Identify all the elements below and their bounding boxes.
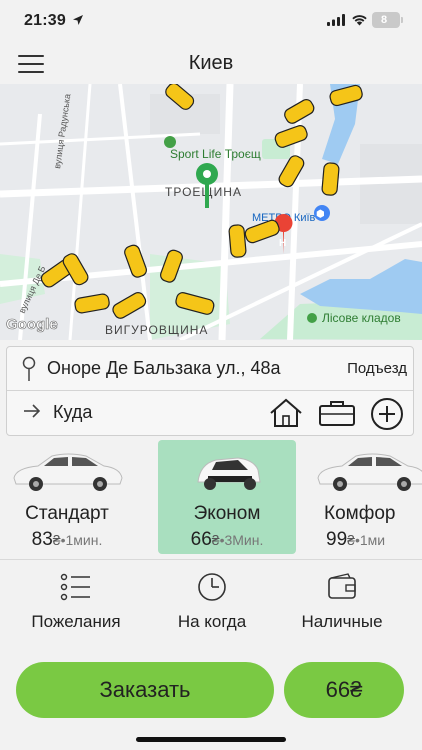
map-label-lisove: Лісове кладов xyxy=(322,311,401,325)
clock-icon xyxy=(198,573,226,601)
home-icon[interactable] xyxy=(269,398,303,428)
schedule-option[interactable]: На когда xyxy=(142,562,282,638)
ride-options: Пожелания На когда Наличные xyxy=(0,562,422,640)
google-logo: Google xyxy=(6,316,58,333)
destination-row[interactable]: Куда xyxy=(7,391,413,435)
shop-poi-glyph: ⬢ xyxy=(316,209,325,220)
app-header: Киев xyxy=(0,44,422,84)
taxi-marker xyxy=(321,162,340,196)
city-title[interactable]: Киев xyxy=(0,52,422,75)
tariff-name: Комфор xyxy=(324,503,396,524)
payment-option[interactable]: Наличные xyxy=(272,562,412,638)
wallet-icon xyxy=(328,573,356,599)
tariff-price: 66 xyxy=(190,529,212,550)
destination-placeholder: Куда xyxy=(53,402,93,422)
crossover-car-icon xyxy=(197,457,261,490)
cemetery-poi-icon xyxy=(307,313,317,323)
tariff-eta: •3Мин. xyxy=(219,532,264,548)
location-arrow-icon xyxy=(73,15,83,25)
tariff-price: 99 xyxy=(326,529,348,550)
map-label-vygurovshchina: ВИГУРОВЩИНА xyxy=(105,323,208,337)
battery-level: 8 xyxy=(380,14,388,26)
sedan-car-icon xyxy=(13,453,123,491)
tariff-name: Эконом xyxy=(193,503,261,524)
tariff-meta: 83₴•1мин. xyxy=(0,529,136,551)
tariff-meta: 99₴•1ми xyxy=(326,529,422,551)
tariff-selector: Стандарт 83₴•1мин. Эконом 66₴•3Мин. Комф… xyxy=(0,438,422,560)
tariff-price: 83 xyxy=(31,529,53,550)
tariff-economy[interactable]: Эконом 66₴•3Мин. xyxy=(158,440,296,554)
map-label-troeshchina: ТРОЕЩИНА xyxy=(165,185,242,199)
list-icon xyxy=(60,573,90,601)
taxi-marker xyxy=(228,224,247,258)
tariff-eta: •1мин. xyxy=(60,532,103,548)
tariff-standard[interactable]: Стандарт 83₴•1мин. xyxy=(0,440,136,554)
pickup-address-row[interactable]: Оноре Де Бальзака ул., 48а Подъезд xyxy=(7,347,413,391)
park-poi-icon xyxy=(164,136,176,148)
arrow-right-icon xyxy=(24,404,41,418)
tariff-meta: 66₴•3Мин. xyxy=(158,529,296,551)
briefcase-icon[interactable] xyxy=(318,399,356,427)
currency-symbol: ₴ xyxy=(211,532,220,548)
tariff-name: Стандарт xyxy=(25,503,109,524)
price-button[interactable]: 66₴ xyxy=(284,662,404,718)
address-panel: Оноре Де Бальзака ул., 48а Подъезд Куда xyxy=(6,346,414,436)
option-label: Пожелания xyxy=(31,612,121,631)
option-label: Наличные xyxy=(301,612,383,631)
order-button[interactable]: Заказать xyxy=(16,662,274,718)
pickup-address: Оноре Де Бальзака ул., 48а xyxy=(47,358,281,378)
option-label: На когда xyxy=(177,612,247,631)
hospital-poi-glyph: H xyxy=(279,238,286,249)
wishes-option[interactable]: Пожелания xyxy=(6,562,146,638)
map-view[interactable]: вулиця Радунська вулиця Де Б Sport Life … xyxy=(0,84,422,340)
tariff-comfort[interactable]: Комфор 99₴•1ми xyxy=(302,440,422,554)
currency-symbol: ₴ xyxy=(52,532,61,548)
currency-symbol: ₴ xyxy=(347,532,355,548)
entrance-button[interactable]: Подъезд xyxy=(347,360,407,377)
home-indicator xyxy=(136,737,286,742)
sedan-car-icon xyxy=(317,453,422,491)
tariff-eta: •1ми xyxy=(354,532,386,548)
map-label-sport-life: Sport Life Троєщ xyxy=(170,147,261,161)
add-icon[interactable] xyxy=(370,397,404,431)
battery-icon: 8 xyxy=(372,12,403,28)
wifi-icon xyxy=(352,15,367,26)
cellular-signal-icon xyxy=(327,14,345,26)
status-bar: 21:39 8 xyxy=(0,0,422,44)
status-time: 21:39 xyxy=(24,12,66,29)
pickup-pin-icon xyxy=(22,356,36,381)
